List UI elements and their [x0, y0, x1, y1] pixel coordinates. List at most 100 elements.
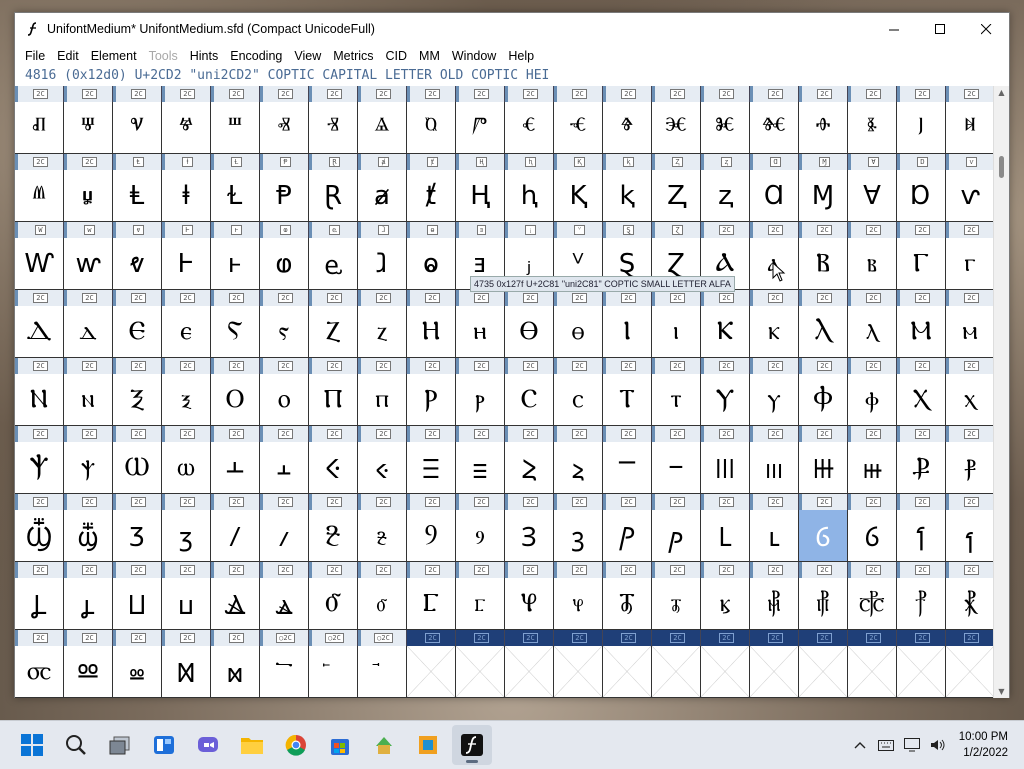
glyph-cell[interactable]: ⲷ: [456, 442, 505, 494]
menu-metrics[interactable]: Metrics: [327, 49, 379, 63]
glyph-cell[interactable]: ⲭ: [946, 374, 995, 426]
glyph-cell[interactable]: ⲕ: [750, 306, 799, 358]
glyph-cell[interactable]: ⱔ: [505, 102, 554, 154]
glyph-cell[interactable]: Ⳗ: [15, 578, 64, 630]
glyph-cell[interactable]: Ɒ: [897, 170, 946, 222]
glyph-cell[interactable]: ⱦ: [407, 170, 456, 222]
glyph-cell[interactable]: ⲯ: [64, 442, 113, 494]
glyph-cell[interactable]: ⲃ: [848, 238, 897, 290]
glyph-cell[interactable]: ⳙ: [162, 578, 211, 630]
start-icon[interactable]: [12, 725, 52, 765]
glyph-cell[interactable]: Ⲋ: [211, 306, 260, 358]
scroll-down-arrow-icon[interactable]: ▼: [996, 687, 1007, 696]
glyph-cell[interactable]: ⲽ: [750, 442, 799, 494]
glyph-cell[interactable]: ⳓ: [848, 510, 897, 562]
glyph-cell[interactable]: Ⱳ: [15, 238, 64, 290]
glyph-cell[interactable]: ⲙ: [946, 306, 995, 358]
glyph-cell[interactable]: ⲹ: [554, 442, 603, 494]
glyph-cell[interactable]: Ⳓ: [799, 510, 848, 562]
glyph-cell[interactable]: Ⲡ: [309, 374, 358, 426]
glyph-cell[interactable]: Ɫ: [211, 170, 260, 222]
glyph-cell[interactable]: ⱕ: [554, 102, 603, 154]
glyph-cell[interactable]: Ⲕ: [701, 306, 750, 358]
menu-view[interactable]: View: [288, 49, 327, 63]
glyph-cell[interactable]: ⱶ: [211, 238, 260, 290]
store-icon[interactable]: [320, 725, 360, 765]
title-bar[interactable]: UnifontMedium* UnifontMedium.sfd (Compac…: [15, 13, 1009, 45]
glyph-cell[interactable]: Ⲹ: [505, 442, 554, 494]
glyph-cell[interactable]: ⳇ: [260, 510, 309, 562]
menu-help[interactable]: Help: [502, 49, 540, 63]
glyph-cell[interactable]: ⲧ: [652, 374, 701, 426]
file-explorer-icon[interactable]: [232, 725, 272, 765]
glyph-cell[interactable]: Ⲽ: [701, 442, 750, 494]
glyph-cell[interactable]: Ⲥ: [505, 374, 554, 426]
glyph-cell[interactable]: Ⲗ: [799, 306, 848, 358]
glyph-cell[interactable]: Ⲻ: [603, 442, 652, 494]
glyph-cell[interactable]: ⱖ: [603, 102, 652, 154]
glyph-cell[interactable]: ⱝ: [946, 102, 995, 154]
chevron-up-icon[interactable]: [847, 741, 873, 749]
glyph-cell[interactable]: Ⳑ: [701, 510, 750, 562]
glyph-cell[interactable]: Ɱ: [799, 170, 848, 222]
glyph-cell[interactable]: ⱏ: [260, 102, 309, 154]
glyph-cell[interactable]: Ⲅ: [897, 238, 946, 290]
glyph-cell[interactable]: Ⲫ: [799, 374, 848, 426]
widgets-icon[interactable]: [144, 725, 184, 765]
glyph-cell[interactable]: ⱙ: [750, 102, 799, 154]
glyph-cell[interactable]: Ⲙ: [897, 306, 946, 358]
glyph-cell[interactable]: ⱬ: [701, 170, 750, 222]
glyph-cell[interactable]: ⳋ: [456, 510, 505, 562]
glyph-cell[interactable]: ⲥ: [554, 374, 603, 426]
glyph-cell[interactable]: Ɐ: [848, 170, 897, 222]
glyph-cell[interactable]: ⲓ: [652, 306, 701, 358]
glyph-cell[interactable]: Ⳇ: [211, 510, 260, 562]
minimize-button[interactable]: [871, 13, 917, 45]
glyph-cell[interactable]: Ⳋ: [407, 510, 456, 562]
glyph-cell[interactable]: ⲋ: [260, 306, 309, 358]
glyph-cell[interactable]: ⲑ: [554, 306, 603, 358]
glyph-cell[interactable]: Ⲛ: [15, 374, 64, 426]
glyph-cell[interactable]: ⳪: [15, 646, 64, 698]
glyph-cell[interactable]: Ⳅ: [113, 510, 162, 562]
glyph-cell[interactable]: ⱡ: [162, 170, 211, 222]
glyph-cell[interactable]: ⲡ: [358, 374, 407, 426]
glyph-cell[interactable]: Ⱡ: [113, 170, 162, 222]
glyph-cell[interactable]: Ⳝ: [309, 578, 358, 630]
glyph-cell[interactable]: [456, 646, 505, 698]
glyph-cell[interactable]: Ⲟ: [211, 374, 260, 426]
glyph-cell[interactable]: ⲣ: [456, 374, 505, 426]
glyph-cell[interactable]: ⳩: [946, 578, 995, 630]
glyph-cell[interactable]: Ⲃ: [799, 238, 848, 290]
glyph-cell[interactable]: ⳯: [260, 646, 309, 698]
glyph-cell[interactable]: Ⱶ: [162, 238, 211, 290]
menu-element[interactable]: Element: [85, 49, 143, 63]
glyph-cell[interactable]: ⳰: [309, 646, 358, 698]
glyph-cell[interactable]: [701, 646, 750, 698]
glyph-cell[interactable]: Ⳁ: [897, 442, 946, 494]
menu-file[interactable]: File: [19, 49, 51, 63]
vertical-scrollbar[interactable]: ▲ ▼: [993, 86, 1009, 698]
glyph-cell[interactable]: Ⲓ: [603, 306, 652, 358]
task-view-icon[interactable]: [100, 725, 140, 765]
glyph-cell[interactable]: Ⱨ: [456, 170, 505, 222]
glyph-cell[interactable]: Ⳡ: [505, 578, 554, 630]
glyph-cell[interactable]: Ɽ: [309, 170, 358, 222]
glyph-cell[interactable]: ⲟ: [260, 374, 309, 426]
glyph-cell[interactable]: ⲗ: [848, 306, 897, 358]
glyph-cell[interactable]: Ᵽ: [260, 170, 309, 222]
glyph-cell[interactable]: ⱨ: [505, 170, 554, 222]
glyph-cell[interactable]: ⲇ: [64, 306, 113, 358]
glyph-cell[interactable]: ⳉ: [358, 510, 407, 562]
glyph-cell[interactable]: ⲿ: [848, 442, 897, 494]
glyph-cell[interactable]: ⲉ: [162, 306, 211, 358]
glyph-cell[interactable]: [554, 646, 603, 698]
glyph-cell[interactable]: Ⲧ: [603, 374, 652, 426]
glyph-cell[interactable]: ⱍ: [162, 102, 211, 154]
glyph-cell[interactable]: Ⳮ: [162, 646, 211, 698]
maximize-button[interactable]: [917, 13, 963, 45]
glyph-cell[interactable]: ⱷ: [260, 238, 309, 290]
glyph-cell[interactable]: Ⳍ: [505, 510, 554, 562]
glyph-cell[interactable]: ⱴ: [113, 238, 162, 290]
app-icon-2[interactable]: [408, 725, 448, 765]
